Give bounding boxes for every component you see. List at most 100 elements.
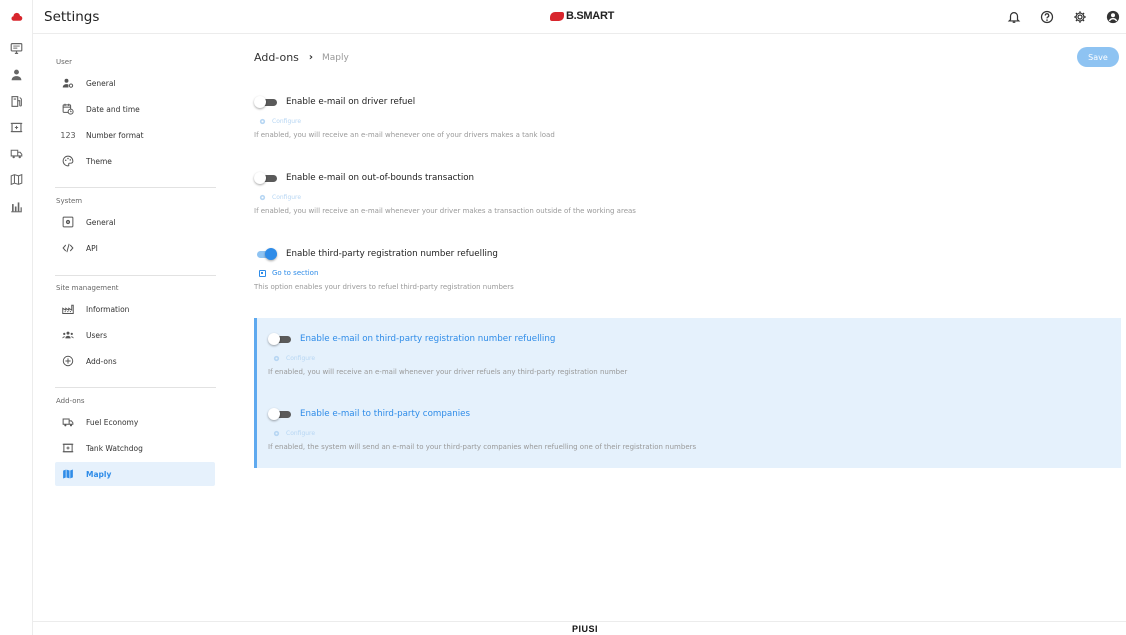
top-bar: Settings B.SMART xyxy=(33,0,1126,34)
option-email-third-party-refuelling: Enable e-mail on third-party registratio… xyxy=(268,332,627,376)
tank-icon[interactable] xyxy=(9,120,23,134)
truck-icon xyxy=(61,415,75,429)
sidebar-section-addons: Add-ons xyxy=(56,397,85,405)
help-icon[interactable] xyxy=(1039,9,1055,25)
sidebar-divider xyxy=(55,275,216,276)
breadcrumb-current: Maply xyxy=(322,52,349,63)
factory-icon xyxy=(61,302,75,316)
sidebar-item-label: Users xyxy=(86,330,108,340)
user-gear-icon xyxy=(61,76,75,90)
breadcrumb-separator-icon: › xyxy=(308,52,314,63)
plus-circle-icon xyxy=(61,354,75,368)
numbers-icon: 123 xyxy=(60,130,76,140)
option-driver-refuel: Enable e-mail on driver refuel Configure… xyxy=(254,95,555,139)
configure-link[interactable]: Configure xyxy=(273,428,696,438)
save-button[interactable]: Save xyxy=(1077,47,1119,67)
sidebar-item-users[interactable]: Users xyxy=(55,323,215,347)
email-third-party-refuelling-toggle[interactable] xyxy=(268,333,291,345)
configure-label: Configure xyxy=(286,429,316,437)
configure-link[interactable]: Configure xyxy=(273,353,627,363)
sidebar-divider xyxy=(55,187,216,188)
sidebar-item-user-general[interactable]: General xyxy=(55,71,215,95)
footer-logo: PIUSI xyxy=(572,624,599,634)
page-title: Settings xyxy=(44,9,100,25)
go-to-section-link[interactable]: Go to section xyxy=(259,268,514,278)
sidebar-section-system: System xyxy=(56,197,83,205)
sidebar-item-number-format[interactable]: 123 Number format xyxy=(55,123,215,147)
cloud-icon[interactable] xyxy=(9,10,23,24)
sidebar-item-label: Date and time xyxy=(86,104,140,114)
option-third-party-refuelling: Enable third-party registration number r… xyxy=(254,247,514,291)
option-email-third-party-companies: Enable e-mail to third-party companies C… xyxy=(268,407,696,451)
system-gear-icon xyxy=(61,215,75,229)
breadcrumb: Add-ons › Maply xyxy=(254,51,349,64)
sidebar-item-information[interactable]: Information xyxy=(55,297,215,321)
sidebar-item-label: API xyxy=(86,243,98,253)
truck-icon[interactable] xyxy=(9,146,23,160)
monitor-icon[interactable] xyxy=(9,41,23,55)
configure-link[interactable]: Configure xyxy=(259,116,555,126)
sidebar-section-user: User xyxy=(56,58,72,66)
brand-logo: B.SMART xyxy=(550,10,614,22)
sidebar-item-label: Number format xyxy=(86,130,144,140)
brand-name: B.SMART xyxy=(566,10,615,22)
code-icon xyxy=(61,241,75,255)
third-party-refuelling-toggle[interactable] xyxy=(254,248,277,260)
map-icon xyxy=(61,467,75,481)
option-label: Enable e-mail on out-of-bounds transacti… xyxy=(286,173,475,183)
option-description: If enabled, you will receive an e-mail w… xyxy=(268,368,628,376)
go-to-section-icon xyxy=(259,269,266,277)
configure-link[interactable]: Configure xyxy=(259,192,636,202)
driver-refuel-toggle[interactable] xyxy=(254,96,277,108)
option-label: Enable third-party registration number r… xyxy=(286,249,498,259)
sidebar-item-date-time[interactable]: Date and time xyxy=(55,97,215,121)
configure-gear-icon xyxy=(273,355,280,361)
sidebar-item-theme[interactable]: Theme xyxy=(55,149,215,173)
sidebar-section-site-management: Site management xyxy=(56,284,119,292)
option-description: If enabled, you will receive an e-mail w… xyxy=(254,207,636,215)
sidebar-item-label: General xyxy=(86,217,116,227)
option-out-of-bounds: Enable e-mail on out-of-bounds transacti… xyxy=(254,171,636,215)
bell-icon[interactable] xyxy=(1006,9,1022,25)
bar-chart-icon[interactable] xyxy=(9,199,23,213)
sidebar-item-maply[interactable]: Maply xyxy=(55,462,215,486)
sidebar-item-label: Theme xyxy=(86,156,112,166)
sidebar-item-label: Tank Watchdog xyxy=(86,443,143,453)
configure-gear-icon xyxy=(273,430,280,436)
option-description: This option enables your drivers to refu… xyxy=(254,283,514,291)
option-description: If enabled, you will receive an e-mail w… xyxy=(254,131,555,139)
sidebar-item-label: Add-ons xyxy=(86,356,117,366)
option-label: Enable e-mail on driver refuel xyxy=(286,97,416,107)
fuel-pump-icon[interactable] xyxy=(9,94,23,108)
users-icon xyxy=(61,328,75,342)
sidebar-item-system-general[interactable]: General xyxy=(55,210,215,234)
map-icon[interactable] xyxy=(9,172,23,186)
palette-icon xyxy=(61,154,75,168)
option-description: If enabled, the system will send an e-ma… xyxy=(268,443,697,451)
footer: PIUSI xyxy=(33,621,1126,635)
sidebar-item-fuel-economy[interactable]: Fuel Economy xyxy=(55,410,215,434)
app-rail xyxy=(0,0,33,635)
account-icon[interactable] xyxy=(1105,9,1121,25)
gear-icon[interactable] xyxy=(1072,9,1088,25)
option-label: Enable e-mail on third-party registratio… xyxy=(300,334,556,344)
configure-label: Configure xyxy=(272,193,302,201)
configure-gear-icon xyxy=(259,194,266,200)
tank-icon xyxy=(61,441,75,455)
calendar-clock-icon xyxy=(61,102,75,116)
email-third-party-companies-toggle[interactable] xyxy=(268,408,291,420)
user-icon[interactable] xyxy=(9,67,23,81)
sidebar-item-label: General xyxy=(86,78,116,88)
sidebar-divider xyxy=(55,387,216,388)
sidebar-item-label: Information xyxy=(86,304,130,314)
configure-gear-icon xyxy=(259,118,266,124)
configure-label: Configure xyxy=(272,117,302,125)
sidebar-item-tank-watchdog[interactable]: Tank Watchdog xyxy=(55,436,215,460)
sidebar-item-label: Fuel Economy xyxy=(86,417,139,427)
go-to-section-label: Go to section xyxy=(272,269,319,277)
sidebar-item-api[interactable]: API xyxy=(55,236,215,260)
sidebar-item-addons[interactable]: Add-ons xyxy=(55,349,215,373)
brand-mark-icon xyxy=(550,11,564,21)
out-of-bounds-toggle[interactable] xyxy=(254,172,277,184)
breadcrumb-parent[interactable]: Add-ons xyxy=(254,51,299,64)
